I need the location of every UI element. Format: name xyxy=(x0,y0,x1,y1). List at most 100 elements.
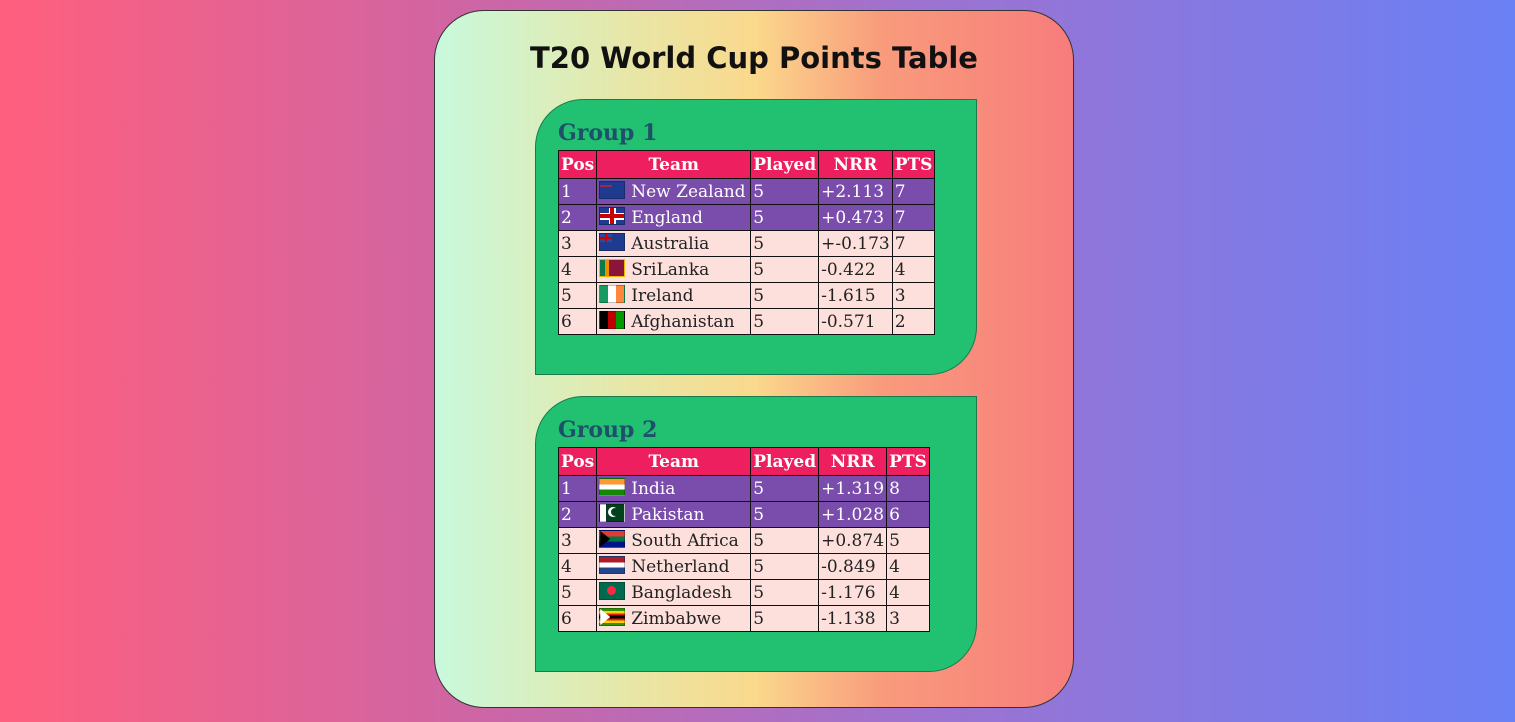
nrr-cell: +0.473 xyxy=(818,204,893,231)
col-nrr: NRR xyxy=(818,447,888,476)
flag-india-icon xyxy=(599,478,626,496)
team-name: New Zealand xyxy=(631,181,746,202)
table-header-row: Pos Team Played NRR PTS xyxy=(557,447,930,476)
team-name: Netherland xyxy=(631,556,730,577)
col-pos: Pos xyxy=(557,447,598,476)
col-nrr: NRR xyxy=(818,150,893,179)
team-cell: India xyxy=(596,475,752,502)
nrr-cell: -1.138 xyxy=(818,605,888,632)
pts-cell: 6 xyxy=(886,501,930,528)
col-played: Played xyxy=(750,150,820,179)
flag-netherlands-icon xyxy=(599,556,626,574)
team-name: England xyxy=(631,207,703,228)
nrr-cell: +2.113 xyxy=(818,178,893,205)
nrr-cell: -0.571 xyxy=(818,308,893,335)
pts-cell: 4 xyxy=(891,256,936,283)
pos-cell: 6 xyxy=(557,308,598,335)
pts-cell: 2 xyxy=(891,308,936,335)
team-cell: New Zealand xyxy=(596,178,752,205)
pts-cell: 7 xyxy=(891,178,936,205)
page-title: T20 World Cup Points Table xyxy=(530,41,978,75)
team-name: India xyxy=(631,478,676,499)
team-cell: South Africa xyxy=(596,527,752,554)
flag-bangladesh-icon xyxy=(599,582,626,600)
pos-cell: 3 xyxy=(557,230,598,257)
pts-cell: 3 xyxy=(891,282,936,309)
table-row: 1 India 5 +1.319 8 xyxy=(557,475,930,502)
group-title: Group 2 xyxy=(558,417,658,443)
col-pos: Pos xyxy=(557,150,598,179)
played-cell: 5 xyxy=(750,204,820,231)
table-row: 6 Zimbabwe 5 -1.138 3 xyxy=(557,605,930,632)
played-cell: 5 xyxy=(750,308,820,335)
pts-cell: 7 xyxy=(891,204,936,231)
table-row: 6 Afghanistan 5 -0.571 2 xyxy=(557,308,936,335)
played-cell: 5 xyxy=(750,282,820,309)
flag-afghanistan-icon xyxy=(599,311,626,329)
flag-england-icon xyxy=(599,207,626,225)
team-cell: Netherland xyxy=(596,553,752,580)
col-team: Team xyxy=(596,447,752,476)
points-table-group-2: Pos Team Played NRR PTS 1 India 5 +1.319… xyxy=(557,447,930,632)
nrr-cell: -0.849 xyxy=(818,553,888,580)
played-cell: 5 xyxy=(750,501,820,528)
played-cell: 5 xyxy=(750,230,820,257)
team-cell: Zimbabwe xyxy=(596,605,752,632)
nrr-cell: +1.028 xyxy=(818,501,888,528)
pts-cell: 5 xyxy=(886,527,930,554)
pos-cell: 4 xyxy=(557,256,598,283)
table-row: 5 Bangladesh 5 -1.176 4 xyxy=(557,579,930,606)
table-header-row: Pos Team Played NRR PTS xyxy=(557,150,936,179)
pos-cell: 5 xyxy=(557,579,598,606)
pts-cell: 7 xyxy=(891,230,936,257)
group-title: Group 1 xyxy=(558,120,658,146)
table-row: 4 Netherland 5 -0.849 4 xyxy=(557,553,930,580)
nrr-cell: +-0.173 xyxy=(818,230,893,257)
team-cell: Bangladesh xyxy=(596,579,752,606)
team-name: Afghanistan xyxy=(631,311,735,332)
team-cell: Pakistan xyxy=(596,501,752,528)
played-cell: 5 xyxy=(750,527,820,554)
pos-cell: 5 xyxy=(557,282,598,309)
played-cell: 5 xyxy=(750,256,820,283)
played-cell: 5 xyxy=(750,579,820,606)
nrr-cell: +1.319 xyxy=(818,475,888,502)
pos-cell: 3 xyxy=(557,527,598,554)
table-row: 3 Australia 5 +-0.173 7 xyxy=(557,230,936,257)
table-row: 5 Ireland 5 -1.615 3 xyxy=(557,282,936,309)
nrr-cell: +0.874 xyxy=(818,527,888,554)
flag-ireland-icon xyxy=(599,285,626,303)
team-name: Zimbabwe xyxy=(631,608,722,629)
flag-australia-icon xyxy=(599,233,626,251)
table-row: 1 New Zealand 5 +2.113 7 xyxy=(557,178,936,205)
nrr-cell: -1.176 xyxy=(818,579,888,606)
col-pts: PTS xyxy=(886,447,930,476)
team-cell: Afghanistan xyxy=(596,308,752,335)
table-row: 2 Pakistan 5 +1.028 6 xyxy=(557,501,930,528)
table-row: 2 England 5 +0.473 7 xyxy=(557,204,936,231)
team-name: South Africa xyxy=(631,530,739,551)
pts-cell: 4 xyxy=(886,579,930,606)
table-row: 4 SriLanka 5 -0.422 4 xyxy=(557,256,936,283)
played-cell: 5 xyxy=(750,475,820,502)
flag-pakistan-icon xyxy=(599,504,626,522)
group-1-panel: Group 1 Pos Team Played NRR PTS 1 New Ze… xyxy=(535,99,977,375)
table-row: 3 South Africa 5 +0.874 5 xyxy=(557,527,930,554)
pos-cell: 2 xyxy=(557,501,598,528)
played-cell: 5 xyxy=(750,553,820,580)
team-cell: England xyxy=(596,204,752,231)
col-team: Team xyxy=(596,150,752,179)
col-pts: PTS xyxy=(891,150,936,179)
col-played: Played xyxy=(750,447,820,476)
team-cell: Ireland xyxy=(596,282,752,309)
pts-cell: 8 xyxy=(886,475,930,502)
points-table-card: T20 World Cup Points Table Group 1 Pos T… xyxy=(434,10,1074,708)
team-cell: Australia xyxy=(596,230,752,257)
pts-cell: 3 xyxy=(886,605,930,632)
pos-cell: 4 xyxy=(557,553,598,580)
flag-zimbabwe-icon xyxy=(599,608,626,626)
team-name: Ireland xyxy=(631,285,694,306)
points-table-group-1: Pos Team Played NRR PTS 1 New Zealand 5 … xyxy=(557,150,936,335)
team-cell: SriLanka xyxy=(596,256,752,283)
pts-cell: 4 xyxy=(886,553,930,580)
